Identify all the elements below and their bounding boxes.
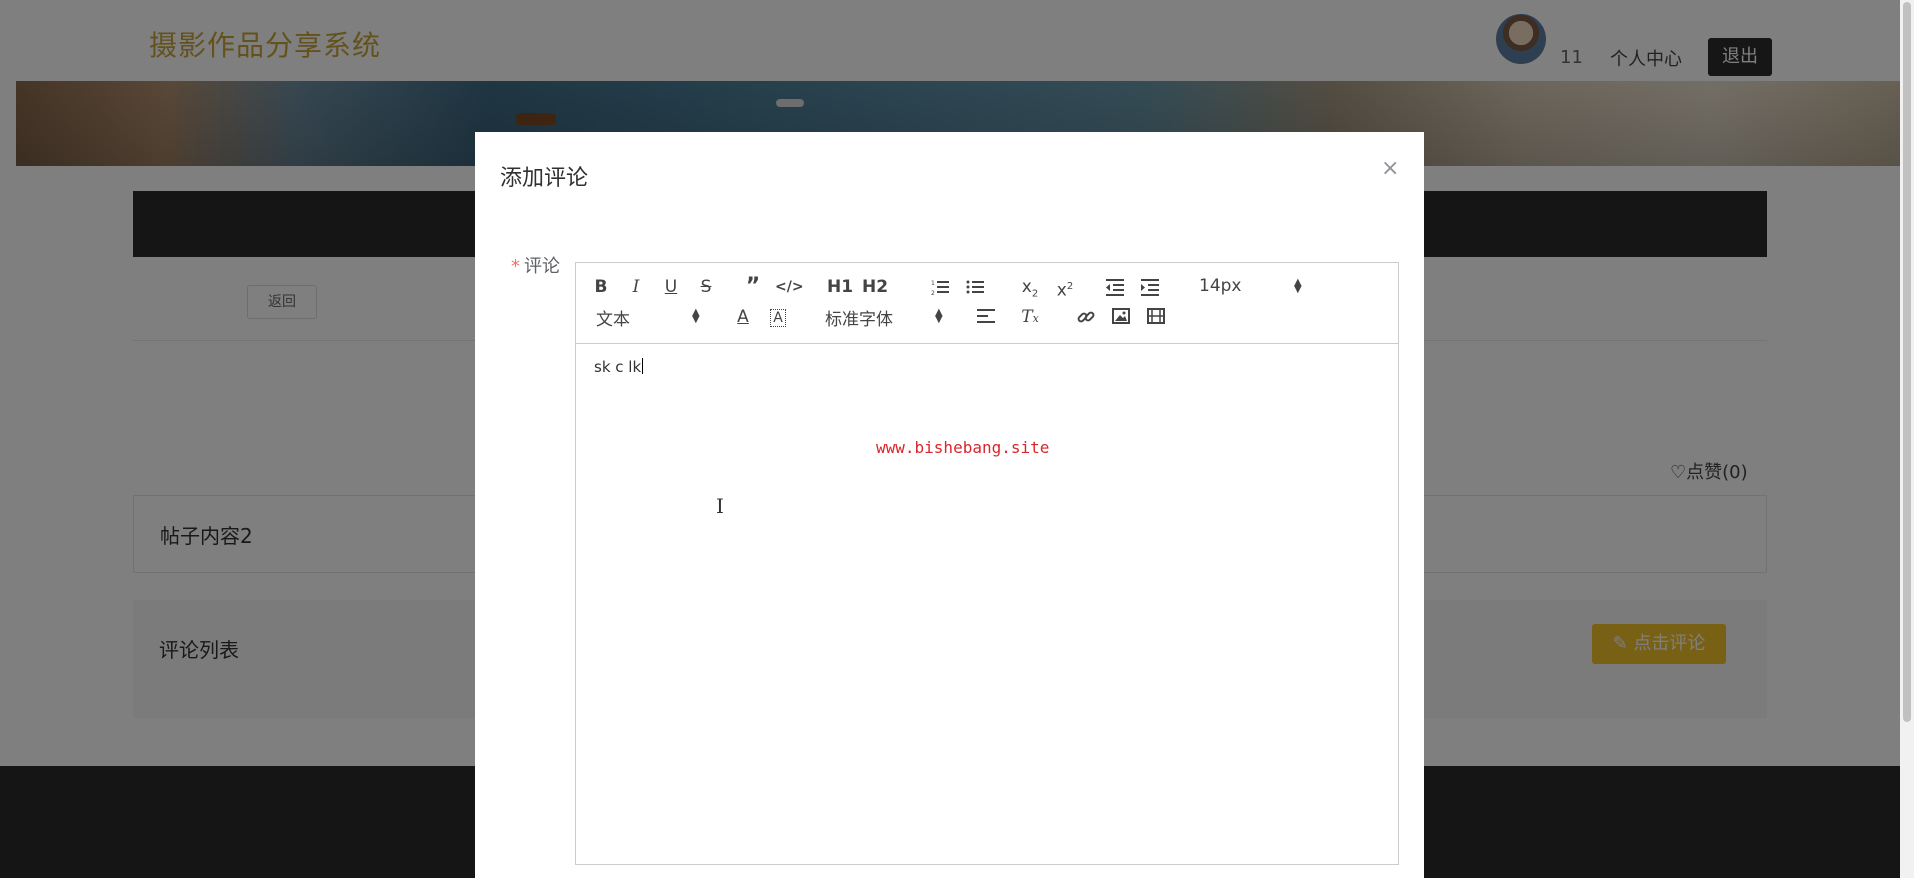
ibeam-cursor-icon: I	[716, 494, 724, 518]
underline-icon[interactable]: U	[658, 275, 684, 299]
h2-button[interactable]: H2	[860, 275, 890, 299]
heading-select[interactable]: 文本	[596, 305, 630, 330]
outdent-icon[interactable]	[1102, 275, 1128, 299]
font-color-icon[interactable]: A	[730, 305, 756, 329]
indent-icon[interactable]	[1137, 275, 1163, 299]
strike-icon[interactable]: S	[693, 275, 719, 299]
link-icon[interactable]	[1073, 305, 1099, 329]
h2-label: H2	[861, 277, 889, 297]
clean-format-icon[interactable]: Tx	[1017, 305, 1043, 329]
italic-icon[interactable]: I	[623, 275, 649, 299]
h1-button[interactable]: H1	[825, 275, 855, 299]
superscript-icon[interactable]: x2	[1052, 275, 1078, 301]
font-family-select[interactable]: 标准字体	[825, 305, 893, 330]
background-color-icon[interactable]: A	[765, 305, 791, 329]
h1-label: H1	[826, 277, 854, 297]
image-icon[interactable]	[1108, 305, 1134, 329]
add-comment-dialog: 添加评论 × *评论 B I U S ” </> H1 H2 12 x2 x2	[475, 132, 1424, 878]
align-icon[interactable]	[973, 305, 999, 329]
svg-text:1: 1	[931, 280, 935, 287]
editor-content-area[interactable]: sk c lk www.bishebang.site I	[576, 344, 1398, 864]
ordered-list-icon[interactable]: 12	[927, 275, 953, 299]
required-mark: *	[511, 256, 520, 277]
font-size-chevron-icon[interactable]: ▲ ▼	[1294, 278, 1302, 295]
font-size-value: 14px	[1199, 276, 1242, 296]
comment-field-label: * 评论	[511, 252, 560, 278]
scrollbar-thumb[interactable]	[1903, 2, 1911, 722]
font-size-select[interactable]: 14px	[1199, 276, 1241, 296]
subscript-icon[interactable]: x2	[1017, 275, 1043, 299]
close-icon[interactable]: ×	[1381, 156, 1399, 181]
code-block-icon[interactable]: </>	[775, 275, 804, 299]
scrollbar[interactable]	[1900, 0, 1914, 878]
bold-icon[interactable]: B	[588, 275, 614, 299]
text-caret	[642, 358, 644, 374]
editor-text-value: sk c lk	[594, 358, 642, 376]
svg-text:2: 2	[931, 290, 935, 296]
blockquote-icon[interactable]: ”	[740, 275, 766, 299]
font-family-value: 标准字体	[825, 310, 893, 330]
heading-select-value: 文本	[596, 310, 630, 330]
editor-text[interactable]: sk c lk	[594, 358, 644, 376]
bullet-list-icon[interactable]	[962, 275, 988, 299]
editor-toolbar: B I U S ” </> H1 H2 12 x2 x2 14px ▲ ▼ 文本…	[576, 263, 1398, 344]
font-family-chevron-icon[interactable]: ▲ ▼	[935, 308, 943, 325]
heading-chevron-icon[interactable]: ▲ ▼	[692, 308, 700, 325]
watermark-text: www.bishebang.site	[876, 438, 1050, 457]
rich-text-editor: B I U S ” </> H1 H2 12 x2 x2 14px ▲ ▼ 文本…	[575, 262, 1399, 865]
video-icon[interactable]	[1143, 305, 1169, 329]
comment-label-text: 评论	[524, 256, 560, 277]
dialog-title: 添加评论	[500, 166, 589, 191]
